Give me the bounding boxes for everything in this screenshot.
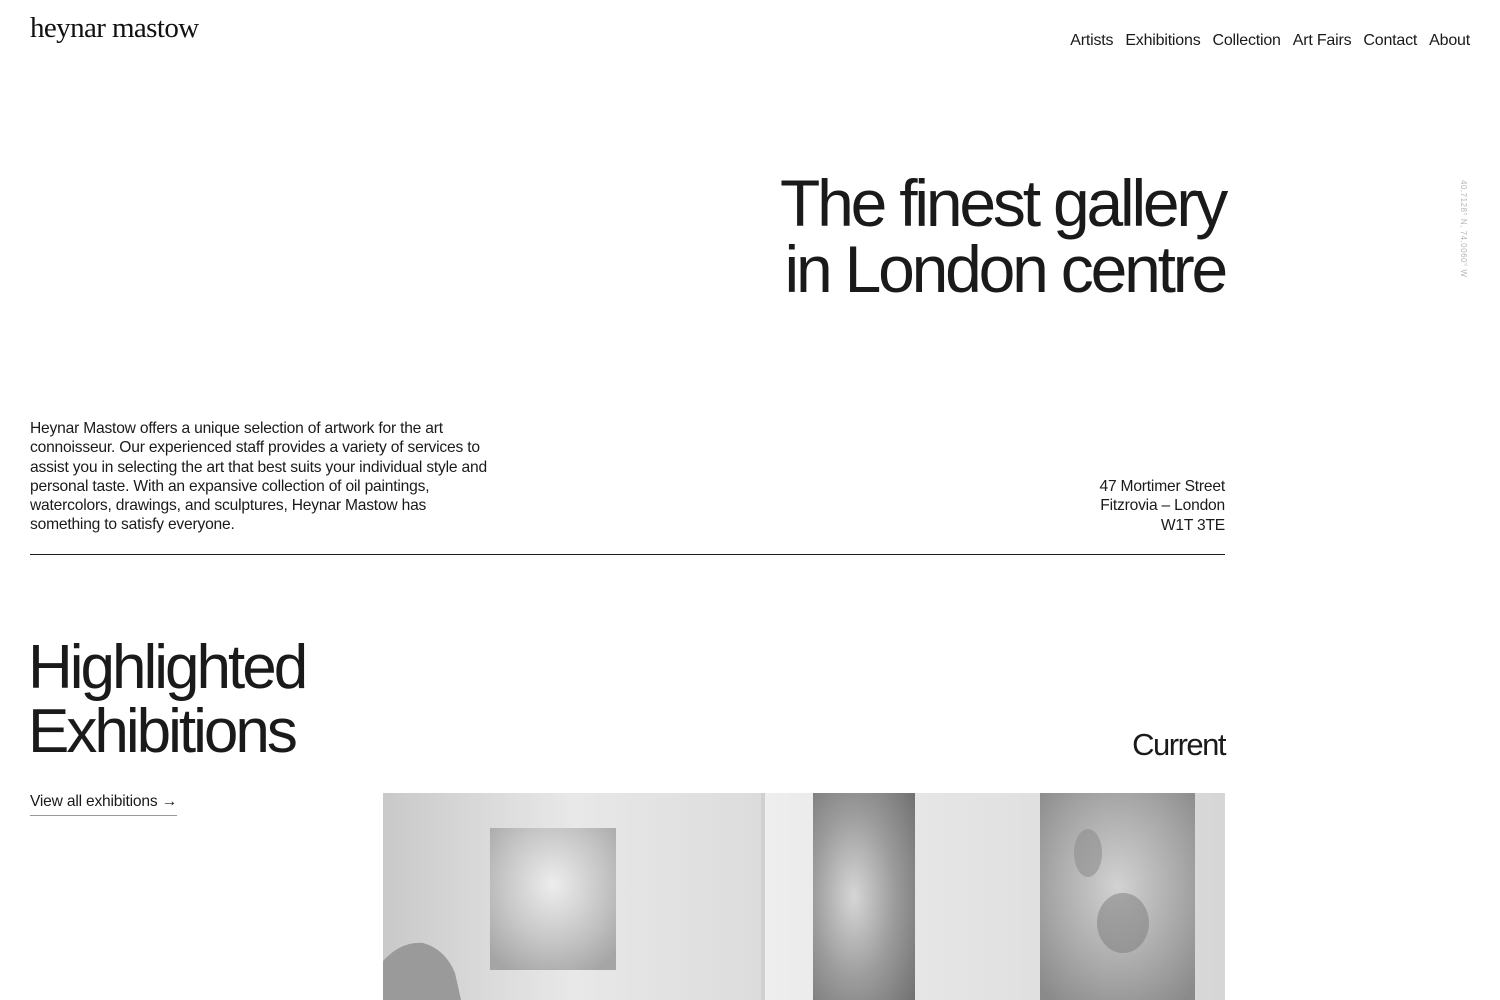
exhibitions-heading-line-2: Exhibitions bbox=[28, 697, 298, 766]
main-nav: Artists Exhibitions Collection Art Fairs… bbox=[1070, 31, 1470, 50]
nav-item-exhibitions[interactable]: Exhibitions bbox=[1125, 31, 1200, 50]
exhibitions-heading-line-1: Highlighted bbox=[28, 633, 308, 702]
address-line-3: W1T 3TE bbox=[1160, 516, 1225, 534]
painting-left bbox=[490, 828, 616, 970]
exhibitions-heading: Highlighted Exhibitions bbox=[28, 633, 308, 766]
gallery-room-image bbox=[383, 793, 1225, 1000]
hero-title: The finest gallery in London centre bbox=[780, 166, 1228, 306]
nav-item-artists[interactable]: Artists bbox=[1070, 31, 1113, 50]
view-all-exhibitions-link[interactable]: View all exhibitions → bbox=[30, 793, 177, 816]
gallery-address: 47 Mortimer Street Fitzrovia – London W1… bbox=[1099, 477, 1225, 535]
address-line-1: 47 Mortimer Street bbox=[1099, 478, 1225, 495]
nav-item-about[interactable]: About bbox=[1429, 31, 1470, 50]
section-divider bbox=[30, 554, 1225, 555]
nav-item-art-fairs[interactable]: Art Fairs bbox=[1293, 31, 1352, 50]
current-label: Current bbox=[1132, 727, 1226, 762]
hero-title-line-2: in London centre bbox=[784, 232, 1228, 306]
exhibition-photo[interactable] bbox=[383, 793, 1225, 1000]
painting-middle bbox=[813, 793, 915, 1000]
address-line-2: Fitzrovia – London bbox=[1100, 497, 1225, 515]
nav-item-contact[interactable]: Contact bbox=[1363, 31, 1417, 50]
nav-item-collection[interactable]: Collection bbox=[1213, 31, 1281, 50]
side-coordinates: 40.7128° N, 74.0060° W bbox=[1459, 180, 1468, 278]
intro-paragraph: Heynar Mastow offers a unique selection … bbox=[30, 420, 487, 534]
logo[interactable]: heynar mastow bbox=[30, 14, 199, 43]
hero-title-line-1: The finest gallery bbox=[780, 166, 1228, 240]
